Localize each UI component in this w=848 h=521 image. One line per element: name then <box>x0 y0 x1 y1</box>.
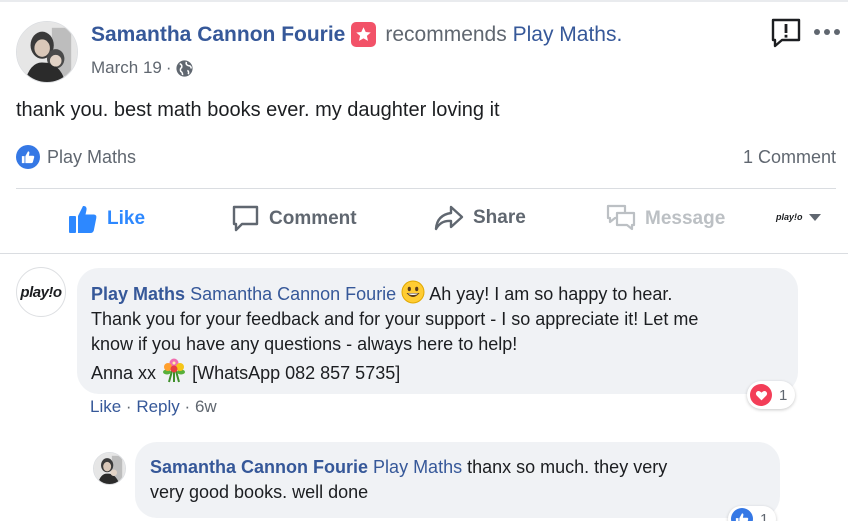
message-button[interactable]: Message <box>606 204 725 233</box>
reply-bubble: Samantha Cannon Fourie Play Maths thanx … <box>135 442 780 518</box>
meta-separator: · <box>165 58 172 77</box>
avatar-photo-icon <box>17 22 77 82</box>
recommends-text: recommends Play Maths. <box>385 23 622 47</box>
page-name-link[interactable]: Play Maths. <box>513 23 623 46</box>
comment-like-link[interactable]: Like <box>90 397 121 416</box>
thumbs-up-icon <box>69 205 97 233</box>
avatar-photo-icon <box>94 453 125 484</box>
comment-mention-link[interactable]: Samantha Cannon Fourie <box>190 284 396 304</box>
messages-icon <box>606 204 636 231</box>
page-logo-text: play!o <box>20 283 62 301</box>
reply-author-avatar[interactable] <box>93 452 126 485</box>
reply-text-line: very good books. well done <box>150 482 369 502</box>
grinning-face-emoji-icon <box>401 280 425 304</box>
post-body-text: thank you. best math books ever. my daug… <box>16 99 500 121</box>
reaction-count: 1 <box>760 510 769 521</box>
like-reaction-icon <box>731 508 753 521</box>
bouquet-emoji-icon <box>163 358 186 383</box>
reply-reactions-badge[interactable]: 1 <box>728 506 777 521</box>
more-options-icon[interactable] <box>814 24 842 40</box>
reply-mention-link[interactable]: Play Maths <box>373 457 462 477</box>
share-button-label: Share <box>473 207 526 228</box>
actions-divider <box>16 188 836 189</box>
comment-actions-separator: · <box>184 397 191 416</box>
likes-summary[interactable]: Play Maths <box>16 145 136 169</box>
comments-divider <box>0 253 848 254</box>
comment-button[interactable]: Comment <box>231 204 357 233</box>
comment-reply-link[interactable]: Reply <box>136 397 179 416</box>
post-header: Samantha Cannon Fourie recommends Play M… <box>91 22 622 47</box>
comment-age-link[interactable]: 6w <box>195 397 217 416</box>
chevron-down-icon <box>808 213 821 221</box>
message-button-label: Message <box>645 207 726 229</box>
top-divider <box>0 0 848 2</box>
comment-text-line: Ah yay! I am so happy to hear. <box>429 284 673 304</box>
page-avatar[interactable]: play!o <box>16 267 66 317</box>
comment-count-link[interactable]: 1 Comment <box>743 147 836 168</box>
comment-bubble-icon <box>232 205 259 232</box>
comment-bubble: Play Maths Samantha Cannon Fourie Ah yay… <box>77 268 798 394</box>
comment-signature-contact: [WhatsApp 082 857 5735] <box>192 363 401 383</box>
comment-actions: Like · Reply · 6w <box>90 397 217 417</box>
globe-icon[interactable] <box>175 59 194 78</box>
comment-reactions-badge[interactable]: 1 <box>747 381 796 409</box>
share-button[interactable]: Share <box>434 204 526 232</box>
comment-author-link[interactable]: Play Maths <box>91 284 185 304</box>
comment-text-line: Thank you for your feedback and for your… <box>91 309 699 329</box>
liked-by-text: Play Maths <box>47 146 137 167</box>
author-avatar[interactable] <box>16 21 78 83</box>
page-mini-logo: play!o <box>776 212 803 222</box>
reply-author-link[interactable]: Samantha Cannon Fourie <box>150 457 368 477</box>
comment-signature-name: Anna xx <box>91 363 157 383</box>
like-button-label: Like <box>107 208 146 229</box>
post-meta: March 19 · <box>91 58 194 78</box>
reply-text-line: thanx so much. they very <box>467 457 668 477</box>
report-feedback-icon[interactable] <box>770 18 802 48</box>
love-reaction-icon <box>750 384 772 406</box>
like-button[interactable]: Like <box>68 204 145 234</box>
recommendation-star-icon <box>351 22 377 47</box>
reaction-count: 1 <box>779 386 788 404</box>
acting-as-page-selector[interactable]: play!o <box>776 212 821 222</box>
comment-actions-separator: · <box>125 397 132 416</box>
comment-button-label: Comment <box>269 207 357 229</box>
comment-text-line: know if you have any questions - always … <box>91 334 518 354</box>
like-reaction-icon <box>16 145 40 169</box>
recommends-verb: recommends <box>385 22 507 46</box>
post-date-link[interactable]: March 19 <box>91 58 162 78</box>
author-name-link[interactable]: Samantha Cannon Fourie <box>91 23 345 47</box>
share-arrow-icon <box>434 205 464 231</box>
